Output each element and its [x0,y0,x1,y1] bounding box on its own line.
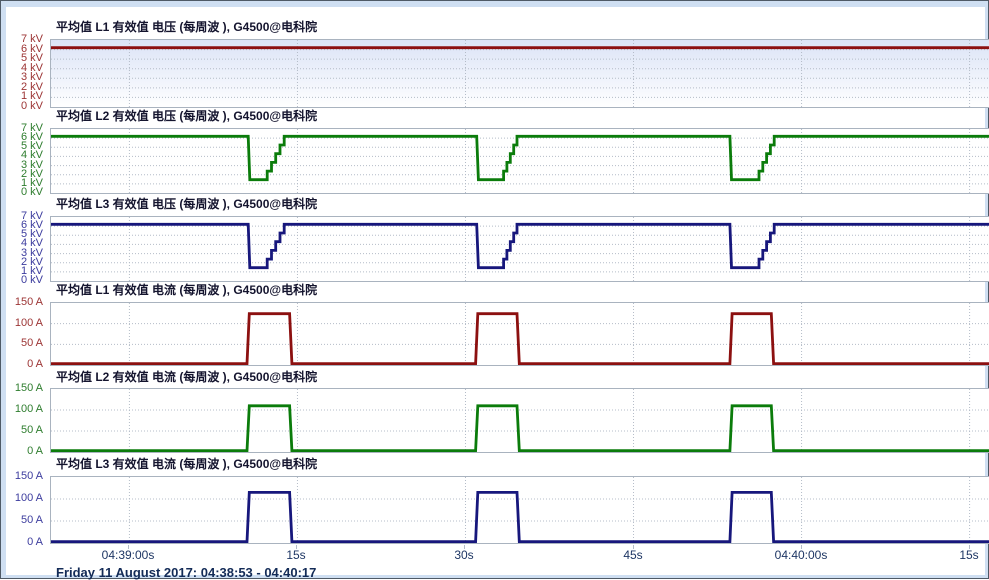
waveform-svg [51,40,989,107]
y-tick-label: 0 kV [21,100,43,112]
chart-title-l1-current: 平均值 L1 有效值 电流 (每周波 ), G4500@电科院 [56,281,317,297]
plot-area-l3-voltage[interactable] [50,216,989,282]
x-tick-label: 04:39:00s [83,548,173,562]
y-tick-label: 100 A [15,403,43,415]
waveform-svg [51,129,989,193]
chart-title-l2-voltage: 平均值 L2 有效值 电压 (每周波 ), G4500@电科院 [56,107,317,123]
y-axis-labels-l3-current: 150 A100 A50 A0 A [6,476,46,542]
y-tick-label: 0 A [27,358,43,370]
waveform-svg [51,217,989,281]
y-tick-label: 50 A [21,514,43,526]
x-tick-label: 45s [588,548,678,562]
y-tick-label: 150 A [15,382,43,394]
y-axis-labels-l1-voltage: 7 kV6 kV5 kV4 kV3 kV2 kV1 kV0 kV [6,39,46,106]
y-tick-label: 0 A [27,445,43,457]
plot-area-l3-current[interactable] [50,476,989,544]
x-tick-label: 04:40:00s [756,548,846,562]
plot-area-l2-voltage[interactable] [50,128,989,194]
chart-title-l3-current: 平均值 L3 有效值 电流 (每周波 ), G4500@电科院 [56,455,317,471]
chart-title-l2-current: 平均值 L2 有效值 电流 (每周波 ), G4500@电科院 [56,368,317,384]
y-tick-label: 100 A [15,317,43,329]
waveform-trace [51,224,989,267]
plot-area-l1-current[interactable] [50,302,989,366]
waveform-trace [51,406,989,451]
waveform-trace [51,136,989,179]
y-tick-label: 100 A [15,492,43,504]
y-tick-label: 0 kV [21,186,43,198]
window-frame: 平均值 L1 有效值 电压 (每周波 ), G4500@电科院 7 kV6 kV… [0,0,989,579]
waveform-viewer-content: 平均值 L1 有效值 电压 (每周波 ), G4500@电科院 7 kV6 kV… [6,7,985,575]
y-tick-label: 50 A [21,337,43,349]
y-axis-labels-l2-voltage: 7 kV6 kV5 kV4 kV3 kV2 kV1 kV0 kV [6,128,46,192]
status-bar-time-range: Friday 11 August 2017: 04:38:53 - 04:40:… [56,565,316,580]
x-tick-label: 30s [419,548,509,562]
x-tick-label: 15s [251,548,341,562]
waveform-trace [51,314,989,364]
y-tick-label: 150 A [15,296,43,308]
chart-title-l3-voltage: 平均值 L3 有效值 电压 (每周波 ), G4500@电科院 [56,195,317,211]
y-tick-label: 50 A [21,424,43,436]
y-axis-labels-l3-voltage: 7 kV6 kV5 kV4 kV3 kV2 kV1 kV0 kV [6,216,46,280]
chart-title-l1-voltage: 平均值 L1 有效值 电压 (每周波 ), G4500@电科院 [56,18,317,34]
waveform-svg [51,303,989,365]
plot-area-l2-current[interactable] [50,388,989,453]
plot-area-l1-voltage[interactable] [50,39,989,108]
waveform-svg [51,389,989,452]
y-tick-label: 0 kV [21,274,43,286]
y-axis-labels-l2-current: 150 A100 A50 A0 A [6,388,46,451]
time-axis: 04:39:00s 15s 30s 45s 04:40:00s 15s [6,545,989,563]
y-axis-labels-l1-current: 150 A100 A50 A0 A [6,302,46,364]
x-tick-label: 15s [924,548,989,562]
y-tick-label: 150 A [15,470,43,482]
waveform-svg [51,477,989,543]
waveform-trace [51,492,989,541]
